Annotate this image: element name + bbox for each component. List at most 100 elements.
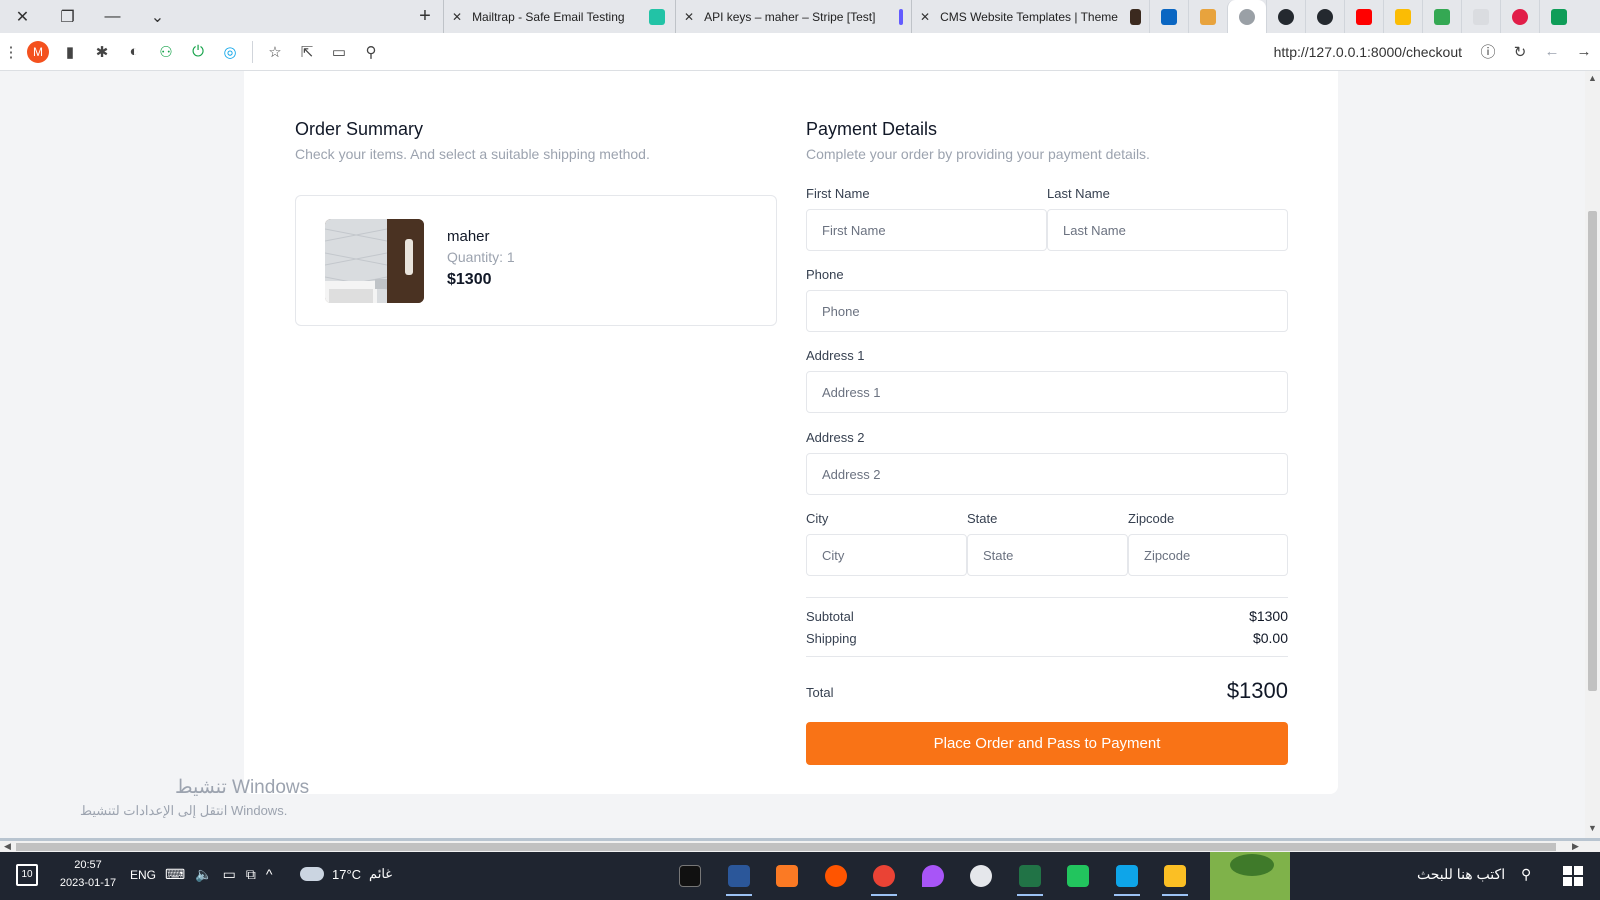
back-arrow-icon[interactable]: ← (1536, 33, 1568, 71)
search-highlight-image (1210, 852, 1290, 900)
taskbar-green-app[interactable] (1061, 860, 1095, 892)
taskbar-search-box[interactable]: اكتب هنا للبحث ⚲ (1417, 866, 1531, 883)
zipcode-field[interactable] (1128, 534, 1288, 576)
site-info-icon[interactable]: ⓘ (1472, 33, 1504, 71)
extension-icon[interactable]: ◐ (118, 33, 150, 71)
forward-arrow-icon[interactable]: → (1568, 33, 1600, 71)
reload-icon[interactable]: ↻ (1504, 33, 1536, 71)
pinned-tab-page[interactable] (1461, 0, 1500, 33)
taskbar-excel[interactable] (1013, 860, 1047, 896)
tab-search-chevron-icon[interactable]: ⌄ (135, 0, 180, 33)
globe-icon (1239, 8, 1255, 25)
pinned-tab-apps[interactable] (1422, 0, 1461, 33)
circle-app-icon (970, 865, 992, 887)
soundcloud-icon (825, 865, 847, 887)
restore-window-icon[interactable]: ❐ (45, 0, 90, 33)
scroll-up-arrow-icon[interactable]: ▲ (1588, 73, 1597, 83)
close-tab-icon[interactable]: ✕ (452, 10, 462, 24)
state-field[interactable] (967, 534, 1128, 576)
phone-label: Phone (806, 267, 844, 282)
apps-grid-icon (1434, 8, 1450, 25)
circle-extension-icon[interactable]: ◎ (214, 33, 246, 71)
pinned-tab-linkedin[interactable] (1149, 0, 1188, 33)
windows-start-icon[interactable] (1563, 866, 1583, 886)
clock[interactable]: 20:57 2023-01-17 (56, 856, 120, 892)
scroll-right-arrow-icon[interactable]: ▶ (1572, 841, 1579, 852)
extension-group-icon[interactable]: ⚇ (150, 33, 182, 71)
keep-icon (1395, 8, 1411, 25)
state-label: State (967, 511, 998, 526)
city-label: City (806, 511, 829, 526)
taskbar-drop-app[interactable] (916, 860, 950, 892)
pinned-tab-localhost[interactable] (1227, 0, 1266, 33)
scroll-left-arrow-icon[interactable]: ◀ (4, 841, 11, 852)
weather-condition: غائم (369, 866, 393, 881)
side-panel-icon[interactable]: ▮ (54, 33, 86, 71)
search-placeholder: اكتب هنا للبحث (1417, 866, 1506, 882)
zoom-search-icon[interactable]: ⚲ (355, 33, 387, 71)
pinned-tab-sheets[interactable] (1539, 0, 1578, 33)
install-app-icon[interactable]: ▭ (323, 33, 355, 71)
close-tab-icon[interactable]: ✕ (920, 10, 930, 24)
language-indicator[interactable]: ENG (130, 868, 156, 882)
pinned-tab-github[interactable] (1266, 0, 1305, 33)
address1-field[interactable] (806, 371, 1288, 413)
avatar: M (27, 40, 49, 63)
taskbar-xampp[interactable] (770, 860, 804, 892)
divider (806, 597, 1288, 598)
terminal-icon (679, 865, 701, 887)
item-name: maher (447, 228, 490, 245)
last-name-field[interactable] (1047, 209, 1288, 251)
mailtrap-favicon-icon (648, 8, 665, 25)
taskbar-app-circle[interactable] (964, 860, 998, 892)
profile-button[interactable]: M (22, 33, 54, 71)
taskbar-soundcloud[interactable] (819, 860, 853, 892)
vertical-scroll-thumb[interactable] (1588, 211, 1597, 691)
folder-icon (1164, 865, 1186, 887)
taskbar-file-explorer[interactable] (1158, 860, 1192, 896)
tab-cms-templates[interactable]: ✕ CMS Website Templates | Theme (911, 0, 1149, 33)
total-label: Total (806, 685, 834, 700)
tab-title: API keys – maher – Stripe [Test] (704, 9, 876, 24)
extensions-puzzle-icon[interactable]: ✱ (86, 33, 118, 71)
city-field[interactable] (806, 534, 967, 576)
pinned-tab-keep[interactable] (1383, 0, 1422, 33)
tab-stripe[interactable]: ✕ API keys – maher – Stripe [Test] (675, 0, 911, 33)
stripe-favicon-icon (899, 8, 903, 25)
sheets-icon (1551, 8, 1567, 25)
address-bar[interactable]: http://127.0.0.1:8000/checkout (1274, 44, 1462, 60)
tab-mailtrap[interactable]: ✕ Mailtrap - Safe Email Testing (443, 0, 675, 33)
vertical-scrollbar[interactable]: ▲ ▼ (1585, 71, 1600, 838)
taskbar-terminal[interactable] (673, 860, 707, 892)
menu-kebab-icon[interactable]: ⋮ (0, 33, 22, 71)
close-tab-icon[interactable]: ✕ (684, 10, 694, 24)
phone-field[interactable] (806, 290, 1288, 332)
taskbar-chrome[interactable] (867, 860, 901, 896)
pinned-tab-tiktok[interactable] (1500, 0, 1539, 33)
pinned-tab-youtube[interactable] (1344, 0, 1383, 33)
payment-details-title: Payment Details (806, 119, 938, 139)
taskbar-vscode[interactable] (1110, 860, 1144, 896)
pinned-tab-phpmyadmin[interactable] (1188, 0, 1227, 33)
notification-center-icon[interactable]: 10 (16, 864, 38, 886)
page-viewport: Order Summary Check your items. And sele… (0, 71, 1585, 838)
bookmark-star-icon[interactable]: ☆ (259, 33, 291, 71)
share-icon[interactable]: ⇱ (291, 33, 323, 71)
minimize-window-icon[interactable]: — (90, 0, 135, 33)
horizontal-scrollbar[interactable]: ◀ ▶ (0, 838, 1600, 852)
horizontal-scroll-thumb[interactable] (16, 843, 1556, 851)
scroll-down-arrow-icon[interactable]: ▼ (1588, 823, 1597, 833)
browser-toolbar: ⋮ M ▮ ✱ ◐ ⚇ ⏻ ◎ ☆ ⇱ ▭ ⚲ http://127.0.0.1… (0, 33, 1600, 71)
power-icon[interactable]: ⏻ (182, 33, 214, 71)
place-order-button[interactable]: Place Order and Pass to Payment (806, 722, 1288, 765)
weather-widget[interactable]: 17°C غائم (300, 866, 392, 882)
close-window-icon[interactable]: ✕ (0, 0, 45, 33)
clock-time: 20:57 (74, 859, 102, 871)
pinned-tab-github-2[interactable] (1305, 0, 1344, 33)
system-tray-icons[interactable]: ⌨🔈▭⧉^ (165, 866, 282, 883)
new-tab-button[interactable]: + (407, 0, 443, 33)
taskbar-word[interactable] (722, 860, 756, 896)
search-icon: ⚲ (1520, 866, 1532, 882)
address2-field[interactable] (806, 453, 1288, 495)
first-name-field[interactable] (806, 209, 1047, 251)
